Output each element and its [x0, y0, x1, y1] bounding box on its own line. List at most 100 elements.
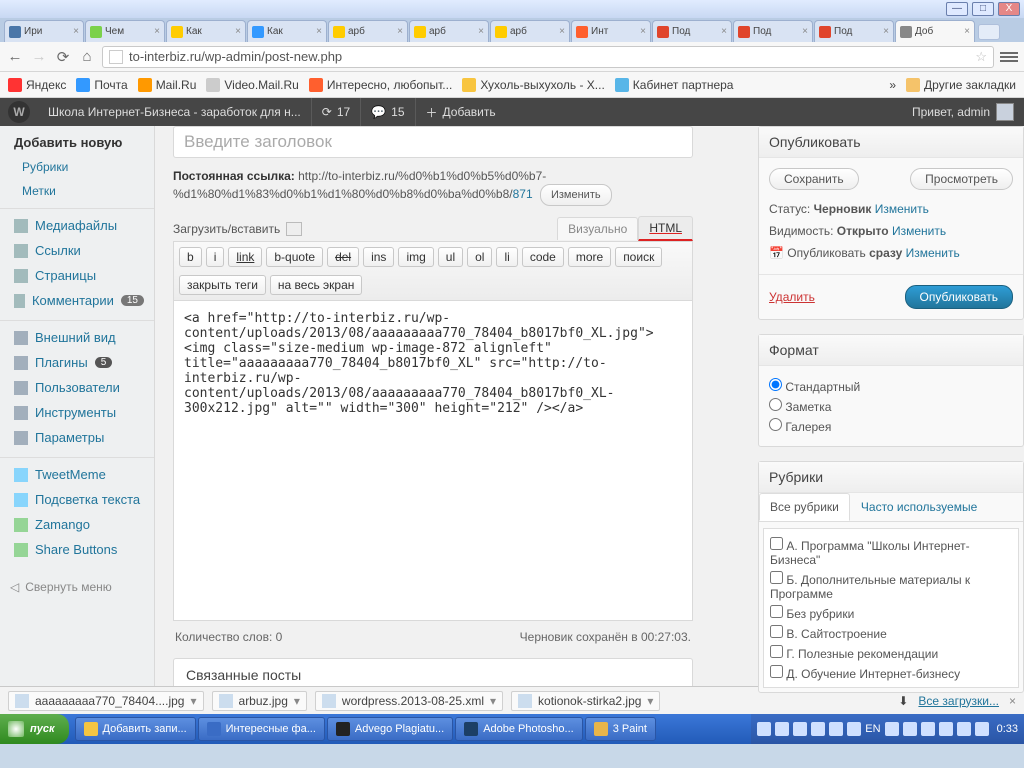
sidebar-share-buttons[interactable]: Share Buttons: [0, 537, 154, 562]
ed-btn-del[interactable]: del: [327, 247, 359, 267]
sidebar-add-new[interactable]: Добавить новую: [0, 130, 154, 155]
tray-icon[interactable]: [829, 722, 843, 736]
taskbar-app[interactable]: Advego Plagiatu...: [327, 717, 453, 741]
tab-all-categories[interactable]: Все рубрики: [759, 493, 850, 521]
ed-btn-img[interactable]: img: [398, 247, 433, 267]
download-item[interactable]: kotionok-stirka2.jpg▾: [511, 691, 660, 711]
taskbar-app[interactable]: 3 Paint: [585, 717, 656, 741]
close-tab-icon[interactable]: ×: [478, 26, 484, 37]
tab-visual[interactable]: Визуально: [557, 217, 638, 240]
tray-icon[interactable]: [885, 722, 899, 736]
ed-btn-ul[interactable]: ul: [438, 247, 463, 267]
category-item[interactable]: В. Сайтостроение: [770, 623, 1012, 643]
browser-tab[interactable]: Как×: [247, 20, 327, 42]
close-tab-icon[interactable]: ×: [559, 26, 565, 37]
ed-btn-ol[interactable]: ol: [467, 247, 492, 267]
tab-popular-categories[interactable]: Часто используемые: [850, 493, 988, 521]
ed-btn-поиск[interactable]: поиск: [615, 247, 662, 267]
comments-link[interactable]: 💬15: [360, 98, 414, 126]
browser-tab[interactable]: Доб×: [895, 20, 975, 42]
sidebar-users[interactable]: Пользователи: [0, 375, 154, 400]
all-downloads-link[interactable]: Все загрузки...: [918, 694, 999, 708]
sidebar-plugins[interactable]: Плагины5: [0, 350, 154, 375]
tray-icon[interactable]: [811, 722, 825, 736]
sidebar-highlight[interactable]: Подсветка текста: [0, 487, 154, 512]
taskbar-app[interactable]: Adobe Photosho...: [455, 717, 583, 741]
home-button[interactable]: ⌂: [78, 48, 96, 66]
minimize-button[interactable]: —: [946, 2, 968, 16]
close-tab-icon[interactable]: ×: [721, 26, 727, 37]
category-item[interactable]: А. Программа "Школы Интернет-Бизнеса": [770, 535, 1012, 569]
browser-tab[interactable]: арб×: [328, 20, 408, 42]
address-bar[interactable]: to-interbiz.ru/wp-admin/post-new.php ☆: [102, 46, 994, 68]
delete-post-link[interactable]: Удалить: [769, 290, 815, 304]
back-button[interactable]: ←: [6, 48, 24, 66]
sidebar-links[interactable]: Ссылки: [0, 238, 154, 263]
close-tab-icon[interactable]: ×: [73, 26, 79, 37]
edit-visibility-link[interactable]: Изменить: [892, 224, 946, 238]
browser-tab[interactable]: Инт×: [571, 20, 651, 42]
bookmarks-overflow[interactable]: »: [889, 78, 896, 92]
close-tab-icon[interactable]: ×: [802, 26, 808, 37]
post-title-input[interactable]: Введите заголовок: [173, 126, 693, 158]
tray-icon[interactable]: [939, 722, 953, 736]
download-item[interactable]: arbuz.jpg▾: [212, 691, 307, 711]
format-option[interactable]: Галерея: [769, 416, 1013, 436]
tray-icon[interactable]: [903, 722, 917, 736]
collapse-menu[interactable]: ◁Свернуть меню: [0, 574, 154, 600]
sidebar-tweetmeme[interactable]: TweetMeme: [0, 462, 154, 487]
download-item[interactable]: aaaaaaaaa770_78404....jpg▾: [8, 691, 204, 711]
chrome-menu-button[interactable]: [1000, 48, 1018, 66]
category-list[interactable]: А. Программа "Школы Интернет-Бизнеса" Б.…: [763, 528, 1019, 688]
ed-btn-на-весь-экран[interactable]: на весь экран: [270, 275, 362, 295]
tray-icon[interactable]: [847, 722, 861, 736]
edit-status-link[interactable]: Изменить: [875, 202, 929, 216]
download-menu-icon[interactable]: ▾: [190, 694, 196, 708]
reload-button[interactable]: ⟳: [54, 48, 72, 66]
close-tab-icon[interactable]: ×: [640, 26, 646, 37]
ed-btn-b-quote[interactable]: b-quote: [266, 247, 323, 267]
close-tab-icon[interactable]: ×: [883, 26, 889, 37]
ed-btn-more[interactable]: more: [568, 247, 611, 267]
browser-tab[interactable]: Под×: [733, 20, 813, 42]
sidebar-settings[interactable]: Параметры: [0, 425, 154, 450]
sidebar-tools[interactable]: Инструменты: [0, 400, 154, 425]
sidebar-tags[interactable]: Метки: [0, 179, 154, 203]
ed-btn-закрыть-теги[interactable]: закрыть теги: [179, 275, 266, 295]
taskbar-app[interactable]: Добавить запи...: [75, 717, 196, 741]
add-new-link[interactable]: ＋Добавить: [415, 98, 506, 126]
sidebar-zamango[interactable]: Zamango: [0, 512, 154, 537]
browser-tab[interactable]: Ири×: [4, 20, 84, 42]
ed-btn-link[interactable]: link: [228, 247, 262, 267]
sidebar-appearance[interactable]: Внешний вид: [0, 325, 154, 350]
other-bookmarks[interactable]: Другие закладки: [906, 78, 1016, 92]
sidebar-comments[interactable]: Комментарии15: [0, 288, 154, 313]
updates-link[interactable]: ⟳17: [311, 98, 360, 126]
preview-button[interactable]: Просмотреть: [910, 168, 1013, 190]
browser-tab[interactable]: Под×: [652, 20, 732, 42]
browser-tab[interactable]: Как×: [166, 20, 246, 42]
download-menu-icon[interactable]: ▾: [294, 694, 300, 708]
tray-icon[interactable]: [957, 722, 971, 736]
bookmark-item[interactable]: Video.Mail.Ru: [206, 78, 298, 92]
tray-icon[interactable]: [921, 722, 935, 736]
close-tab-icon[interactable]: ×: [154, 26, 160, 37]
bookmark-item[interactable]: Кабинет партнера: [615, 78, 734, 92]
close-tab-icon[interactable]: ×: [235, 26, 241, 37]
ed-btn-ins[interactable]: ins: [363, 247, 394, 267]
close-tab-icon[interactable]: ×: [964, 26, 970, 37]
tray-icon[interactable]: [775, 722, 789, 736]
account-menu[interactable]: Привет, admin: [902, 103, 1024, 121]
edit-schedule-link[interactable]: Изменить: [906, 246, 960, 260]
tray-icon[interactable]: [757, 722, 771, 736]
download-menu-icon[interactable]: ▾: [490, 694, 496, 708]
bookmark-item[interactable]: Mail.Ru: [138, 78, 197, 92]
bookmark-item[interactable]: Почта: [76, 78, 127, 92]
system-tray[interactable]: EN 0:33: [751, 714, 1024, 744]
change-permalink-button[interactable]: Изменить: [540, 184, 612, 206]
new-tab-button[interactable]: [978, 24, 1000, 40]
category-item[interactable]: Г. Полезные рекомендации: [770, 643, 1012, 663]
category-item[interactable]: Б. Дополнительные материалы к Программе: [770, 569, 1012, 603]
ed-btn-b[interactable]: b: [179, 247, 202, 267]
taskbar-app[interactable]: Интересные фа...: [198, 717, 325, 741]
